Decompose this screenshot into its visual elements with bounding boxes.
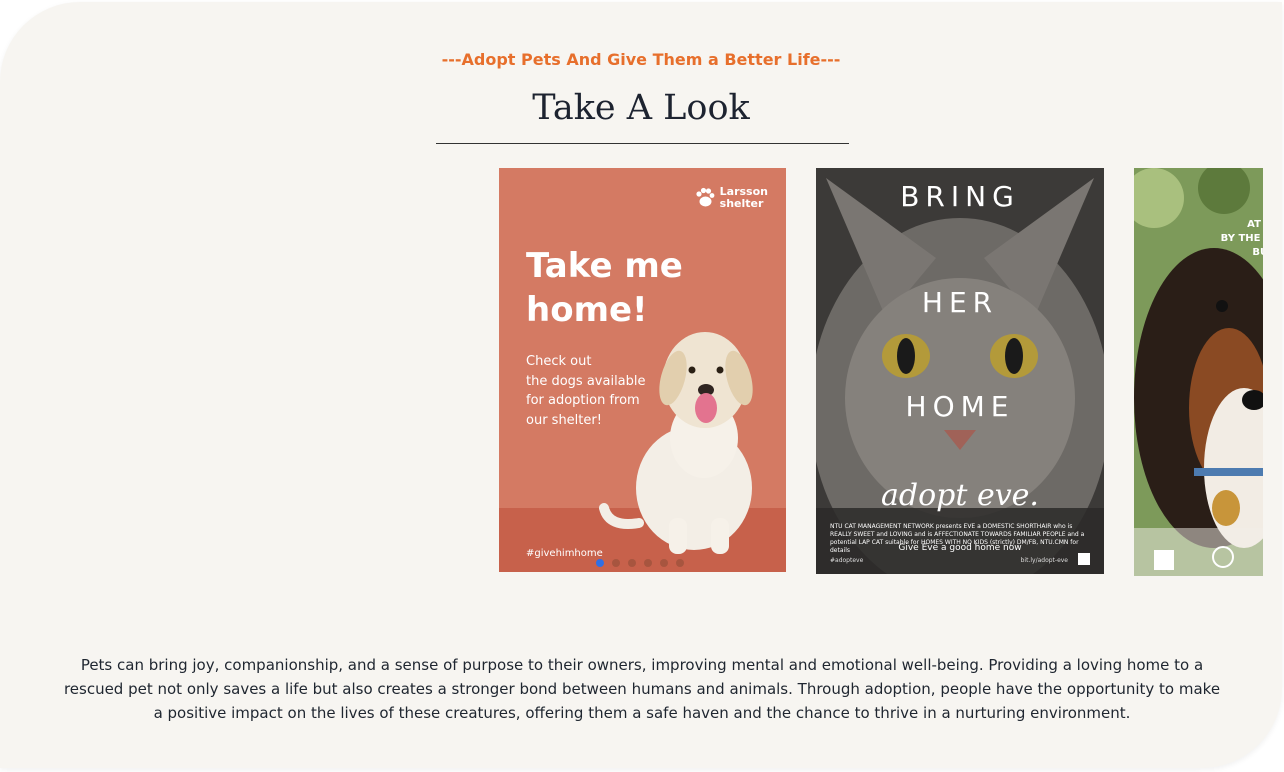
poster-footer-link: bit.ly/adopt-eve <box>1020 557 1068 564</box>
poster-word-her: HER <box>921 286 999 319</box>
title-divider <box>436 143 849 144</box>
adopt-section: ---Adopt Pets And Give Them a Better Lif… <box>0 2 1282 768</box>
shelter-brand: Larsson shelter <box>719 185 768 210</box>
carousel-dot[interactable] <box>660 559 668 567</box>
labrador-illustration <box>599 332 753 554</box>
carousel-dot[interactable] <box>596 559 604 567</box>
carousel-dot[interactable] <box>612 559 620 567</box>
network-logo-icon <box>1078 553 1090 565</box>
carousel-card-2[interactable]: BRING HER HOME adopt eve. NTU CAT MANAGE… <box>816 168 1104 574</box>
poster-footer-hashtag: #adopteve <box>830 557 864 564</box>
ad-council-logo-icon <box>1154 550 1174 570</box>
cat-photo <box>816 168 1104 574</box>
carousel-card-3[interactable]: AT FI BY THE W BUT IS <box>1134 168 1263 576</box>
poster-cta: Give Eve a good home now <box>898 543 1022 553</box>
paw-icon <box>696 187 715 207</box>
carousel-dot[interactable] <box>676 559 684 567</box>
poster-adopt-eve: adopt eve. <box>881 478 1039 513</box>
carousel-card-1[interactable]: Larsson shelter Take me home! Check out … <box>499 168 786 572</box>
shelter-seal-icon <box>1212 546 1234 568</box>
poster-hashtag: #givehimhome <box>526 548 603 559</box>
carousel-dot[interactable] <box>628 559 636 567</box>
section-title: Take A Look <box>532 88 750 128</box>
carousel-dot[interactable] <box>644 559 652 567</box>
section-description: Pets can bring joy, companionship, and a… <box>63 656 1221 722</box>
section-eyebrow: ---Adopt Pets And Give Them a Better Lif… <box>441 50 841 69</box>
poster-word-bring: BRING <box>900 180 1020 213</box>
poster-partial-text: AT FI BY THE W BUT IS <box>1220 219 1263 258</box>
carousel-dots <box>596 559 684 567</box>
poster-word-home: HOME <box>905 390 1015 423</box>
